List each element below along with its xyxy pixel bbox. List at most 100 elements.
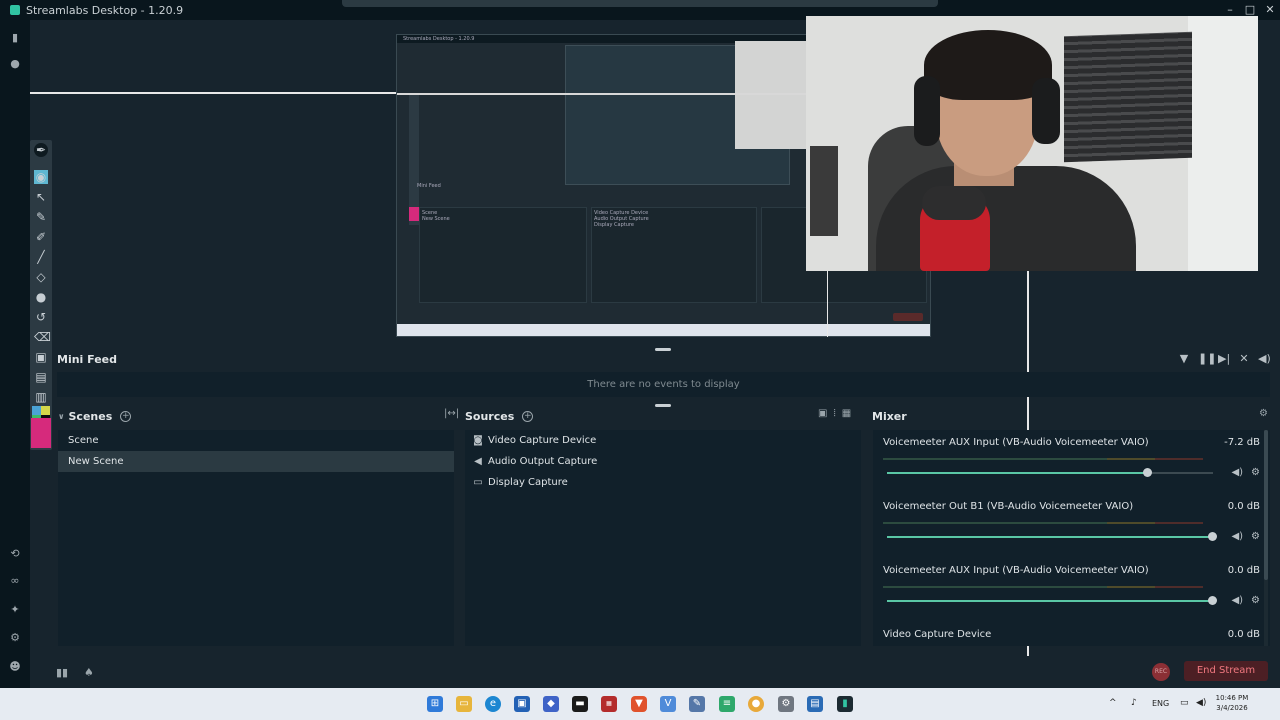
scene-item-scene[interactable]: Scene [58, 430, 454, 451]
mixer-channel-settings-icon[interactable]: ⚙ [1251, 467, 1260, 478]
sparkle-icon[interactable]: ✦ [9, 604, 21, 616]
eraser-icon[interactable]: ◇ [34, 270, 48, 284]
record-button[interactable]: REC [1152, 663, 1170, 681]
mixer-slider-knob[interactable] [1208, 596, 1217, 605]
app-icon-monitor[interactable]: ▤ [807, 696, 823, 712]
mixer-volume-slider[interactable] [887, 532, 1217, 541]
studio-icon[interactable]: ▮ [9, 32, 21, 44]
mixer-mute-icon[interactable]: ◀) [1231, 531, 1243, 542]
tray-language[interactable]: ENG [1152, 699, 1169, 708]
settings-icon[interactable]: ⚙ [9, 632, 21, 644]
mixer-mute-icon[interactable]: ◀) [1231, 595, 1243, 606]
mixer-slider-fill [887, 472, 1148, 474]
nested-toolbar [409, 95, 419, 225]
app-icon-tools[interactable]: ✎ [689, 696, 705, 712]
cloud-icon[interactable]: ⟲ [9, 548, 21, 560]
mixer-scrollbar[interactable] [1264, 430, 1268, 646]
eye-icon[interactable]: ◉ [34, 170, 48, 184]
source-label: Display Capture [488, 477, 568, 488]
add-scene-button[interactable]: + [120, 410, 132, 422]
camera-icon[interactable]: ▤ [34, 370, 48, 384]
windows-start-icon[interactable]: ⊞ [427, 696, 443, 712]
mixer-slider-knob[interactable] [1143, 468, 1152, 477]
dot-icon[interactable]: ● [34, 290, 48, 304]
notification-bell-icon[interactable]: ♠ [84, 666, 94, 679]
pause-icon[interactable]: ❚❚ [1198, 352, 1216, 365]
source-folder-icon[interactable]: ▦ [842, 408, 851, 419]
app-icon-code[interactable]: V [660, 696, 676, 712]
taskbar-clock[interactable]: 10:46 PM 3/4/2026 [1212, 693, 1252, 713]
mixer-level-meter [883, 522, 1203, 524]
clipboard-icon[interactable]: ▥ [34, 390, 48, 404]
play-icon[interactable]: ● [9, 58, 21, 70]
microphone-icon[interactable]: ♪ [1131, 698, 1137, 708]
screen-icon[interactable]: ▣ [34, 350, 48, 364]
mixer-channel-db: -7.2 dB [1224, 437, 1260, 448]
speaker-tray-icon[interactable]: ◀) [1196, 698, 1206, 708]
mixer-channel-name: Video Capture Device [883, 629, 992, 640]
clock-date: 3/4/2026 [1216, 704, 1248, 712]
link-icon[interactable]: ∞ [9, 575, 21, 587]
line-icon[interactable]: ╱ [34, 250, 48, 264]
volume-icon[interactable]: ◀) [1258, 352, 1271, 365]
settings-app-icon[interactable]: ⚙ [778, 696, 794, 712]
mixer-channel-settings-icon[interactable]: ⚙ [1251, 595, 1260, 606]
resize-handle-middle[interactable] [655, 404, 671, 407]
mixer-volume-slider[interactable] [887, 596, 1217, 605]
arrow-icon[interactable]: ↖ [34, 190, 48, 204]
pen-cursor-icon[interactable]: ✒ [34, 143, 48, 157]
app-icon-blue[interactable]: ◆ [543, 696, 559, 712]
brush-icon[interactable]: ✐ [34, 230, 48, 244]
drawing-toolbar: ✒ ◉ ↖ ✎ ✐ ╱ ◇ ● ↺ ⌫ ▣ ▤ ▥ [30, 140, 52, 450]
pen-icon[interactable]: ✎ [34, 210, 48, 224]
terminal-icon[interactable]: ▬ [572, 696, 588, 712]
chat-app-icon[interactable]: ● [748, 696, 764, 712]
camera-icon: ◙ [473, 435, 483, 446]
skip-icon[interactable]: ▶| [1218, 352, 1230, 365]
active-color-swatch[interactable] [31, 418, 51, 448]
mixer-mute-icon[interactable]: ◀) [1231, 467, 1243, 478]
file-explorer-icon[interactable]: ▭ [456, 696, 472, 712]
scenes-title: Scenes [68, 409, 113, 423]
webcam-acoustic-panel [1064, 31, 1192, 163]
network-icon[interactable]: ▭ [1180, 698, 1189, 708]
close-button[interactable]: ✕ [1260, 0, 1280, 20]
collapse-chevron-icon[interactable]: ∨ [58, 412, 65, 421]
edge-browser-icon[interactable]: e [485, 696, 501, 712]
undo-icon[interactable]: ↺ [34, 310, 48, 324]
streamlabs-taskbar-icon[interactable]: ▮ [837, 696, 853, 712]
add-source-button[interactable]: + [522, 410, 534, 422]
source-group-icon[interactable]: ▣ [818, 408, 827, 419]
mixer-level-meter [883, 458, 1203, 460]
minifeed-title: Mini Feed [57, 352, 118, 366]
source-item-display-capture[interactable]: ▭ Display Capture [465, 472, 861, 493]
trash-icon[interactable]: ⌫ [34, 330, 51, 344]
mixer-slider-knob[interactable] [1208, 532, 1217, 541]
streamlabs-logo-icon [10, 5, 20, 15]
scene-transition-icon[interactable]: |↔| [444, 408, 459, 419]
mixer-channel-settings-icon[interactable]: ⚙ [1251, 531, 1260, 542]
mixer-settings-icon[interactable]: ⚙ [1259, 408, 1268, 419]
end-stream-button[interactable]: End Stream [1184, 661, 1268, 681]
brave-browser-icon[interactable]: ▼ [631, 696, 647, 712]
notepad-icon[interactable]: ≡ [719, 696, 735, 712]
stats-icon[interactable]: ▮▮ [56, 666, 68, 679]
user-icon[interactable]: ☻ [9, 661, 21, 673]
source-audio-icon[interactable]: ⦙ [833, 408, 835, 419]
nested-feed-title: Mini Feed [417, 183, 441, 189]
tray-chevron-icon[interactable]: ^ [1109, 698, 1117, 708]
source-item-audio-output[interactable]: ◀ Audio Output Capture [465, 451, 861, 472]
source-item-video-capture[interactable]: ◙ Video Capture Device [465, 430, 861, 451]
mixer-volume-slider[interactable] [887, 468, 1213, 477]
sources-header: Sources + [465, 407, 534, 425]
mute-feed-icon[interactable]: ✕ [1238, 352, 1250, 365]
title-drag-region[interactable] [342, 0, 938, 7]
sources-panel: ◙ Video Capture Device ◀ Audio Output Ca… [465, 430, 861, 646]
app-icon-red[interactable]: ▦ [601, 696, 617, 712]
store-icon[interactable]: ▣ [514, 696, 530, 712]
scenes-header: ∨ Scenes + [58, 407, 132, 425]
mixer-slider-fill [887, 536, 1213, 538]
filter-icon[interactable]: ▼ [1178, 352, 1190, 365]
scene-item-new-scene[interactable]: New Scene [58, 451, 454, 472]
webcam-feed[interactable] [806, 16, 1258, 271]
